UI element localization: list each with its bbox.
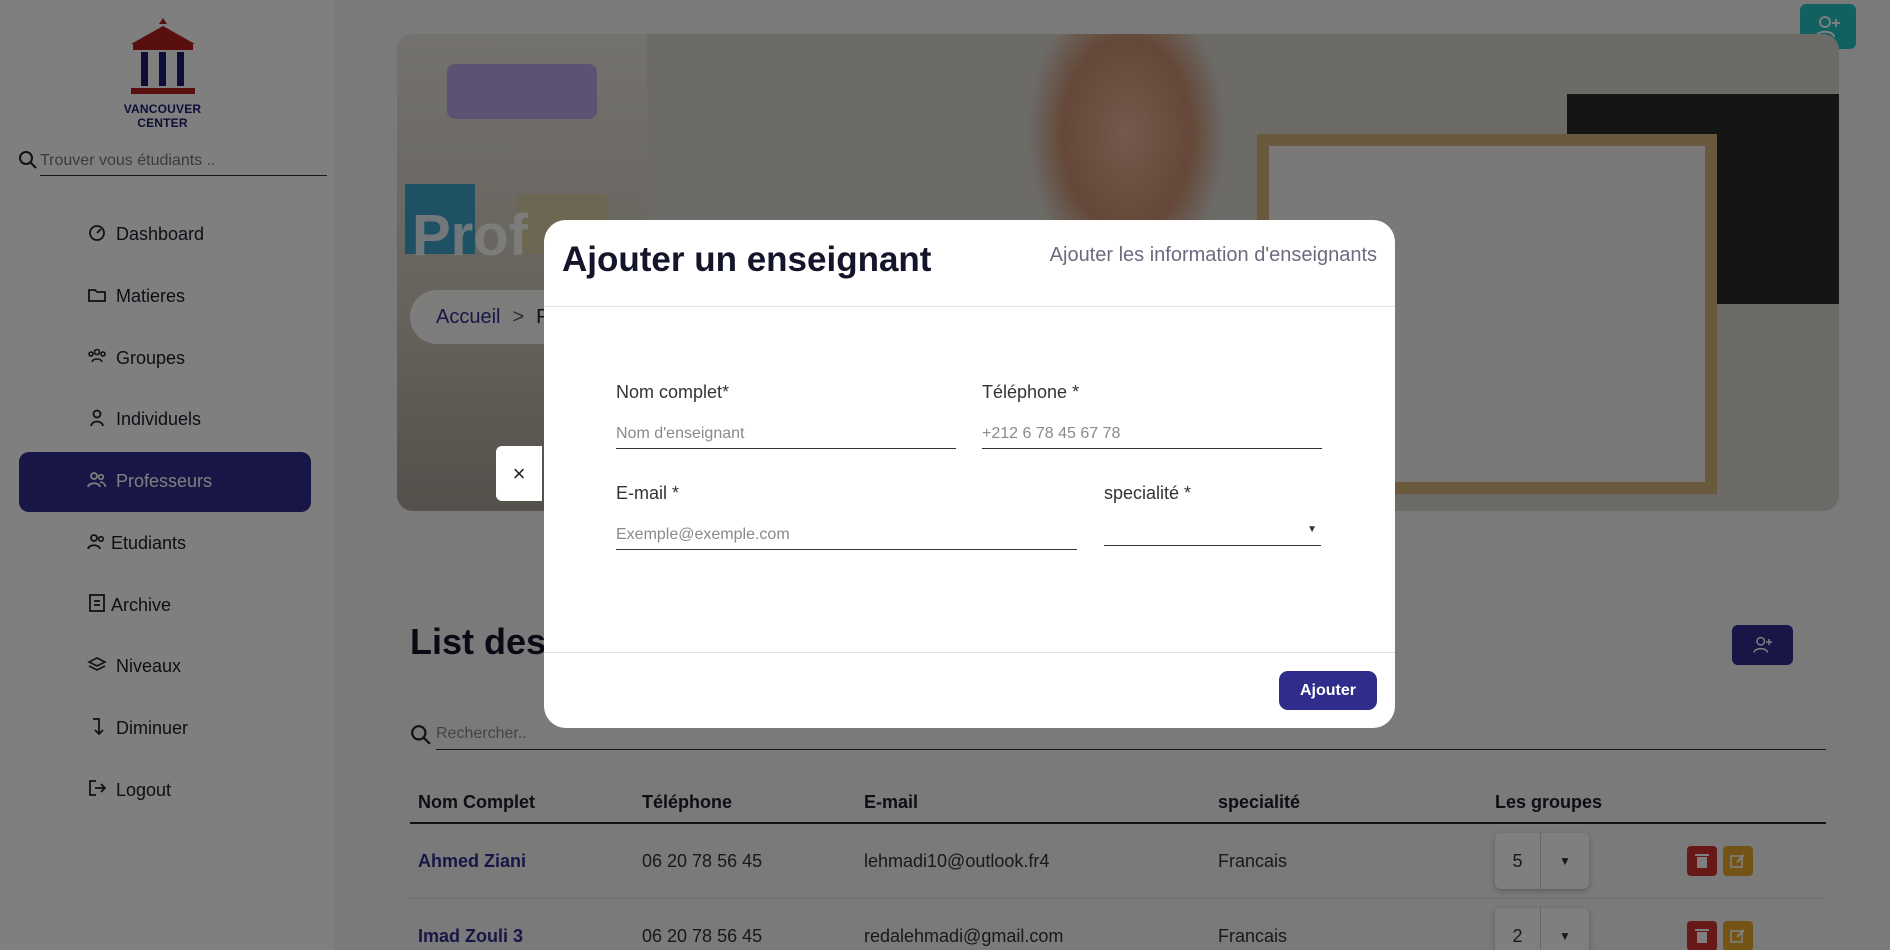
phone-input[interactable] bbox=[982, 419, 1322, 449]
phone-label: Téléphone * bbox=[982, 382, 1080, 402]
name-field: Nom complet* bbox=[616, 382, 956, 449]
email-input[interactable] bbox=[616, 520, 1077, 550]
name-label: Nom complet* bbox=[616, 382, 730, 402]
close-button[interactable]: × bbox=[496, 446, 542, 501]
submit-button[interactable]: Ajouter bbox=[1279, 671, 1377, 710]
close-icon: × bbox=[512, 460, 526, 486]
chevron-down-icon: ▼ bbox=[1307, 524, 1317, 535]
email-label: E-mail * bbox=[616, 483, 680, 503]
add-teacher-modal: Ajouter un enseignant Ajouter les inform… bbox=[544, 220, 1395, 728]
modal-body: Nom complet* Téléphone * E-mail * specia… bbox=[544, 307, 1395, 653]
modal-subtitle: Ajouter les information d'enseignants bbox=[1049, 244, 1377, 266]
specialty-select[interactable]: ▼ bbox=[1104, 518, 1321, 546]
modal-footer: Ajouter bbox=[544, 653, 1395, 727]
email-field: E-mail * bbox=[616, 483, 1077, 550]
phone-field: Téléphone * bbox=[982, 382, 1322, 449]
modal-header: Ajouter un enseignant Ajouter les inform… bbox=[544, 220, 1395, 307]
name-input[interactable] bbox=[616, 419, 956, 449]
specialty-field: specialité * ▼ bbox=[1104, 483, 1321, 546]
specialty-label: specialité * bbox=[1104, 483, 1192, 503]
modal-title: Ajouter un enseignant bbox=[562, 240, 932, 279]
